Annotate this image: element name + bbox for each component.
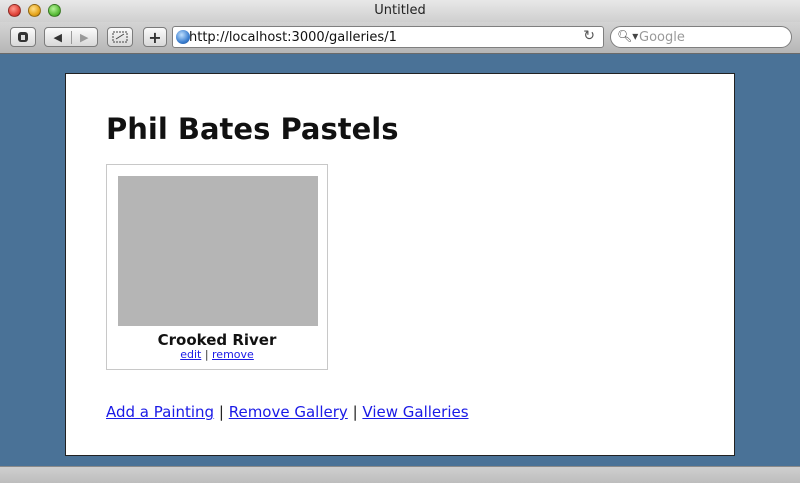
separator: |	[204, 348, 209, 361]
back-forward-group: ◀ ▶	[44, 27, 98, 47]
url-text[interactable]: http://localhost:3000/galleries/1	[189, 30, 397, 45]
separator: |	[352, 403, 358, 421]
gallery-links: Add a Painting | Remove Gallery | View G…	[106, 403, 469, 421]
plus-icon: +	[148, 27, 162, 47]
address-bar[interactable]: http://localhost:3000/galleries/1 ↻	[172, 26, 604, 48]
evernote-button[interactable]	[10, 27, 36, 47]
scissors-icon	[112, 31, 128, 43]
painting-card: Crooked River edit | remove	[106, 164, 328, 370]
back-arrow-icon: ◀	[53, 30, 62, 44]
search-icon: 🔍︎▾	[617, 29, 639, 43]
view-galleries-link[interactable]: View Galleries	[362, 403, 468, 421]
search-field[interactable]: 🔍︎▾ Google	[610, 26, 792, 48]
edit-painting-link[interactable]: edit	[180, 348, 201, 361]
forward-arrow-icon: ▶	[80, 30, 89, 44]
remove-painting-link[interactable]: remove	[212, 348, 254, 361]
add-bookmark-button[interactable]: +	[143, 27, 167, 47]
painting-title: Crooked River	[157, 331, 277, 349]
page-content: Phil Bates Pastels Crooked River edit | …	[65, 73, 735, 456]
search-placeholder: Google	[639, 30, 685, 45]
title-bar: Untitled	[0, 0, 800, 23]
back-button[interactable]: ◀	[45, 30, 72, 44]
forward-button[interactable]: ▶	[72, 31, 98, 44]
reload-icon[interactable]: ↻	[583, 28, 595, 44]
globe-icon	[176, 30, 190, 44]
remove-gallery-link[interactable]: Remove Gallery	[229, 403, 348, 421]
elephant-icon	[18, 32, 28, 42]
separator: |	[218, 403, 224, 421]
window-title: Untitled	[374, 3, 426, 18]
snippet-button[interactable]	[107, 27, 133, 47]
painting-thumbnail[interactable]	[118, 176, 318, 326]
page-title: Phil Bates Pastels	[106, 112, 399, 146]
add-painting-link[interactable]: Add a Painting	[106, 403, 214, 421]
status-bar	[0, 466, 800, 483]
painting-actions: edit | remove	[107, 348, 327, 361]
browser-toolbar: ◀ ▶ + http://localhost:3000/galleries/1 …	[0, 22, 800, 54]
